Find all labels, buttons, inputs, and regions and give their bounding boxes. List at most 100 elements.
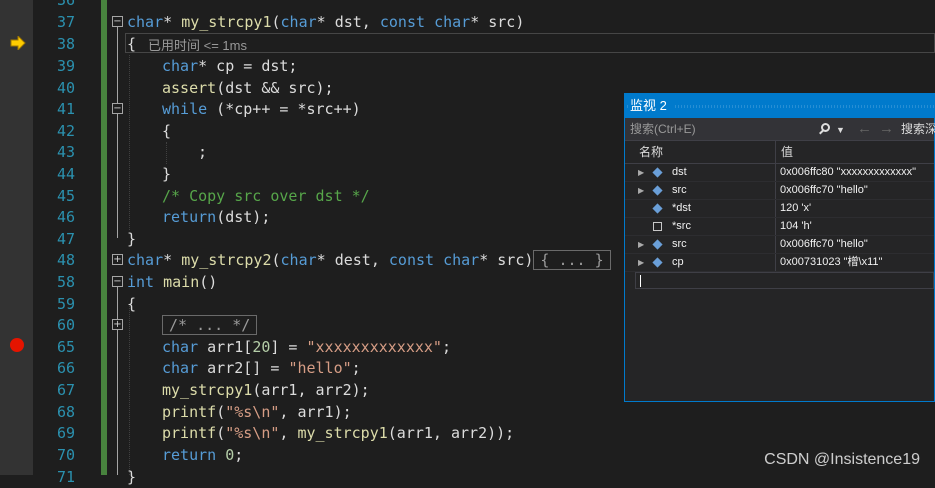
- line-number: 58: [56, 273, 75, 291]
- watch-row[interactable]: ▶ cp 0x00731023 "橧\x11": [625, 254, 934, 272]
- watch-row-value[interactable]: 0x00731023 "橧\x11": [780, 254, 882, 271]
- code-line[interactable]: ;: [198, 141, 207, 163]
- column-separator: [775, 164, 776, 181]
- watch-row[interactable]: ▶ src 0x006ffc70 "hello": [625, 236, 934, 254]
- glyph-margin[interactable]: [0, 0, 33, 475]
- watch-row-value[interactable]: 0x006ffc70 "hello": [780, 182, 868, 199]
- code-token: main: [163, 273, 200, 291]
- code-token: ;: [351, 359, 361, 377]
- collapse-icon[interactable]: −: [112, 276, 123, 287]
- chevron-down-icon[interactable]: ▼: [836, 119, 845, 141]
- line-number: 48: [56, 251, 75, 269]
- line-number: 45: [56, 187, 75, 205]
- watch-window[interactable]: 监视 2 搜索(Ctrl+E) ▼ ← → 搜索深 名称 值 ▶ dst 0x006…: [624, 93, 935, 402]
- code-line[interactable]: {: [127, 293, 136, 315]
- code-line[interactable]: }: [162, 163, 171, 185]
- line-number: 68: [56, 403, 75, 421]
- column-header-value[interactable]: 值: [781, 141, 793, 163]
- watch-rows: ▶ dst 0x006ffc80 "xxxxxxxxxxxxx" ▶ src 0x006f…: [625, 164, 934, 272]
- code-line[interactable]: while (*cp++ = *src++): [162, 98, 361, 120]
- watch-row-value[interactable]: 104 'h': [780, 218, 812, 235]
- code-line[interactable]: printf("%s\n", arr1);: [162, 401, 352, 423]
- outline-line: [117, 287, 118, 319]
- code-line[interactable]: char* cp = dst;: [162, 55, 297, 77]
- watch-row-name[interactable]: cp: [672, 254, 684, 271]
- code-line[interactable]: }: [127, 228, 136, 250]
- code-token: (): [199, 273, 218, 291]
- outline-line: [117, 114, 118, 238]
- watch-row-name[interactable]: *src: [672, 218, 691, 235]
- watch-row[interactable]: ▶ src 0x006ffc70 "hello": [625, 182, 934, 200]
- expand-arrow-icon[interactable]: ▶: [638, 164, 644, 181]
- code-line[interactable]: char arr2[] = "hello";: [162, 357, 361, 379]
- code-token: char: [162, 57, 199, 75]
- text-cursor: [640, 275, 641, 287]
- line-number: 66: [56, 359, 75, 377]
- code-line[interactable]: assert(dst && src);: [162, 77, 334, 99]
- code-line[interactable]: }: [127, 466, 136, 488]
- code-token: my_strcpy1: [181, 13, 272, 31]
- code-line[interactable]: int main(): [127, 271, 217, 293]
- code-line[interactable]: my_strcpy1(arr1, arr2);: [162, 379, 370, 401]
- code-line[interactable]: printf("%s\n", my_strcpy1(arr1, arr2));: [162, 422, 514, 444]
- line-number: 69: [56, 424, 75, 442]
- code-line[interactable]: return(dst);: [162, 206, 270, 228]
- watch-column-header: 名称 值: [625, 141, 934, 164]
- collapsed-region[interactable]: /* ... */: [162, 315, 258, 335]
- code-token: }: [127, 230, 137, 248]
- column-separator[interactable]: [775, 141, 776, 163]
- search-icon[interactable]: [821, 123, 830, 132]
- arrow-right-icon[interactable]: →: [879, 118, 894, 140]
- code-line[interactable]: return 0;: [162, 444, 243, 466]
- collapse-icon[interactable]: −: [112, 16, 123, 27]
- code-line[interactable]: /* ... */: [162, 314, 258, 336]
- code-line[interactable]: {: [127, 33, 136, 55]
- column-separator: [775, 200, 776, 217]
- collapsed-region[interactable]: { ... }: [533, 250, 611, 270]
- indent-guide: [129, 55, 130, 230]
- watch-row-value[interactable]: 0x006ffc80 "xxxxxxxxxxxxx": [780, 164, 916, 181]
- perf-tip: 已用时间 <= 1ms: [148, 38, 247, 53]
- search-depth-label[interactable]: 搜索深: [901, 118, 935, 140]
- watch-row-name[interactable]: *dst: [672, 200, 691, 217]
- new-watch-row[interactable]: [635, 272, 934, 289]
- code-token: my_strcpy1: [297, 424, 388, 442]
- watch-row-value[interactable]: 0x006ffc70 "hello": [780, 236, 868, 253]
- expand-arrow-icon[interactable]: ▶: [638, 236, 644, 253]
- expand-arrow-icon[interactable]: ▶: [638, 254, 644, 271]
- code-line[interactable]: /* Copy src over dst */: [162, 185, 370, 207]
- code-token: const: [388, 251, 435, 269]
- code-line[interactable]: char* my_strcpy2(char* dest, const char*…: [127, 249, 611, 271]
- variable-icon: [652, 167, 663, 178]
- code-line[interactable]: char arr1[20] = "xxxxxxxxxxxxx";: [162, 336, 451, 358]
- watch-row-name[interactable]: dst: [672, 164, 687, 181]
- expand-icon[interactable]: +: [112, 254, 123, 265]
- code-token: (dst);: [216, 208, 271, 226]
- watch-row[interactable]: *dst 120 'x': [625, 200, 934, 218]
- watch-row[interactable]: ▶ dst 0x006ffc80 "xxxxxxxxxxxxx": [625, 164, 934, 182]
- line-number: 43: [56, 143, 75, 161]
- line-number: 65: [56, 338, 75, 356]
- watch-row-name[interactable]: src: [672, 182, 687, 199]
- line-number: 44: [56, 165, 75, 183]
- watch-row-value[interactable]: 120 'x': [780, 200, 811, 217]
- expand-icon[interactable]: +: [112, 319, 123, 330]
- code-line[interactable]: {: [162, 120, 171, 142]
- code-token: char: [162, 359, 199, 377]
- collapse-icon[interactable]: −: [112, 103, 123, 114]
- code-token: while: [162, 100, 208, 118]
- line-number: 38: [56, 35, 75, 53]
- expand-arrow-icon[interactable]: ▶: [638, 182, 644, 199]
- column-header-name[interactable]: 名称: [639, 141, 663, 163]
- watch-row-name[interactable]: src: [672, 236, 687, 253]
- code-token: {: [127, 35, 137, 53]
- code-line[interactable]: char* my_strcpy1(char* dst, const char* …: [127, 11, 524, 33]
- search-input[interactable]: 搜索(Ctrl+E): [630, 118, 696, 140]
- watch-row[interactable]: *src 104 'h': [625, 218, 934, 236]
- watch-title-bar[interactable]: 监视 2: [625, 94, 934, 118]
- breakpoint-icon[interactable]: [10, 338, 24, 352]
- arrow-left-icon[interactable]: ←: [857, 118, 872, 140]
- column-separator: [775, 218, 776, 235]
- column-separator: [775, 254, 776, 271]
